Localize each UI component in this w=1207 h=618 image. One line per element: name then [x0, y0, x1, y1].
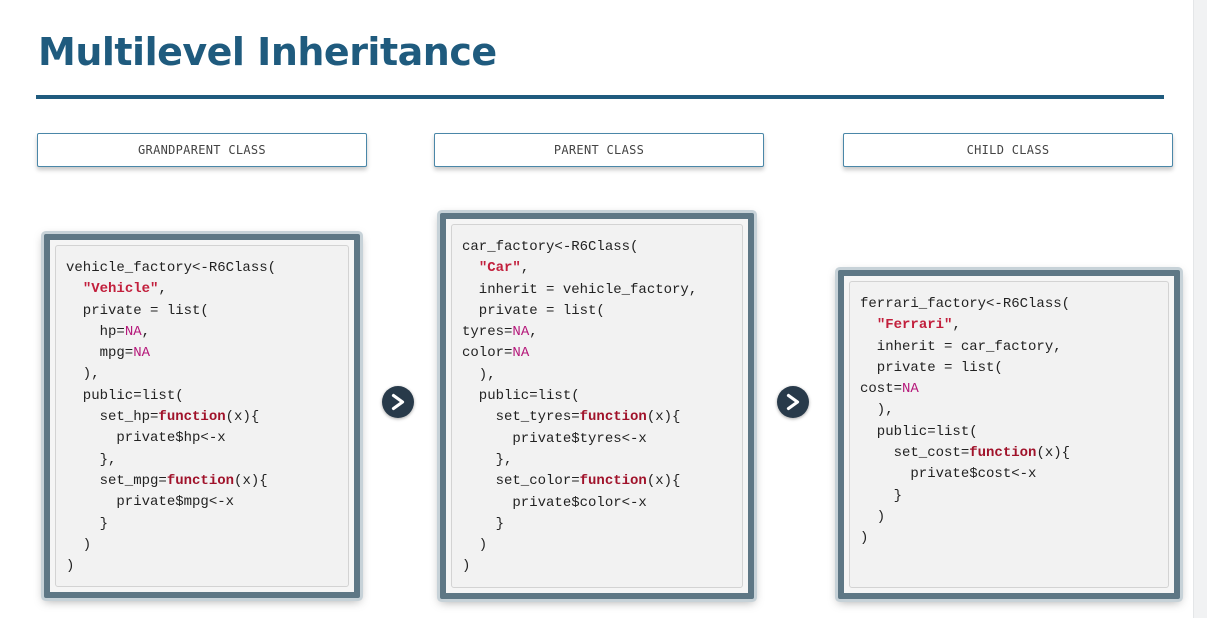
code-token: , — [141, 323, 151, 340]
code-token: "Ferrari" — [876, 317, 953, 334]
child-class-label: CHILD CLASS — [843, 133, 1173, 167]
code-token: NA — [133, 345, 151, 362]
code-token: function — [969, 445, 1037, 462]
code-token: public=list( — [860, 423, 978, 440]
code-token: private = list( — [66, 302, 209, 319]
code-token: } — [66, 515, 109, 532]
chevron-right-circle-icon — [777, 386, 809, 418]
grandparent-code-panel: vehicle_factory<-R6Class( "Vehicle", pri… — [55, 245, 349, 587]
parent-code-panel: car_factory<-R6Class( "Car", inherit = v… — [451, 224, 743, 588]
code-token: NA — [902, 381, 919, 398]
code-token: "Vehicle" — [82, 281, 159, 298]
code-token: , — [520, 260, 530, 277]
grandparent-class-label: GRANDPARENT CLASS — [37, 133, 367, 167]
code-token: cost= — [860, 381, 903, 398]
grandparent-code-card: vehicle_factory<-R6Class( "Vehicle", pri… — [44, 234, 360, 598]
code-token: function — [166, 472, 235, 489]
code-token: private$color<-x — [462, 494, 647, 511]
code-token: set_tyres= — [462, 409, 580, 426]
parent-code-card: car_factory<-R6Class( "Car", inherit = v… — [440, 213, 754, 599]
code-token: function — [158, 409, 226, 426]
code-token: ), — [66, 366, 100, 383]
slide-title: Multilevel Inheritance — [38, 30, 497, 74]
code-token: set_hp= — [66, 409, 159, 426]
code-token: private$cost<-x — [860, 466, 1037, 483]
code-token: } — [462, 515, 505, 532]
child-code-card: ferrari_factory<-R6Class( "Ferrari", inh… — [838, 270, 1180, 599]
code-token: ) — [462, 558, 471, 575]
code-token: ), — [462, 366, 496, 383]
code-token: private = list( — [462, 302, 605, 319]
code-token: set_color= — [462, 473, 580, 490]
code-token: ) — [66, 536, 92, 553]
code-token: NA — [512, 345, 530, 362]
code-token: ), — [860, 402, 894, 419]
parent-class-label: PARENT CLASS — [434, 133, 764, 167]
code-token: "Car" — [478, 260, 521, 277]
code-token: } — [860, 487, 903, 504]
code-token: vehicle_factory<-R6Class( — [66, 260, 277, 276]
code-token: }, — [462, 451, 513, 468]
code-token: (x){ — [225, 409, 260, 426]
code-token: NA — [124, 323, 142, 340]
code-token: hp= — [66, 323, 125, 340]
code-token: ) — [66, 558, 75, 575]
code-token: inherit = car_factory, — [860, 338, 1062, 355]
code-token: , — [158, 281, 167, 298]
code-token: private = list( — [860, 359, 1003, 376]
code-token: private$mpg<-x — [66, 494, 235, 511]
code-token: ferrari_factory<-R6Class( — [860, 296, 1071, 312]
code-token: mpg= — [66, 345, 134, 362]
code-token: ) — [860, 508, 886, 525]
child-code-panel: ferrari_factory<-R6Class( "Ferrari", inh… — [849, 281, 1169, 588]
code-token: private$tyres<-x — [462, 430, 647, 447]
code-token: inherit = vehicle_factory, — [462, 281, 698, 298]
code-token: (x){ — [1036, 445, 1071, 462]
code-token: }, — [66, 451, 117, 468]
code-token: set_cost= — [860, 445, 970, 462]
code-token: ) — [462, 537, 488, 554]
code-token: (x){ — [646, 473, 681, 490]
grandparent-code-block: vehicle_factory<-R6Class( "Vehicle", pri… — [66, 258, 338, 577]
code-token: function — [579, 409, 647, 426]
code-token: set_mpg= — [66, 472, 167, 489]
title-divider — [36, 95, 1164, 99]
code-token: function — [579, 473, 647, 490]
scrollbar-strip — [1193, 0, 1207, 618]
code-token: , — [952, 317, 961, 334]
code-token: , — [529, 324, 538, 341]
code-token: NA — [512, 324, 530, 341]
code-token: color= — [462, 345, 513, 362]
code-token: car_factory<-R6Class( — [462, 239, 639, 255]
code-token: public=list( — [66, 387, 184, 404]
chevron-right-circle-icon — [382, 386, 414, 418]
code-token: (x){ — [234, 472, 268, 489]
code-token: (x){ — [646, 409, 681, 426]
code-token: ) — [860, 530, 869, 547]
code-token: public=list( — [462, 388, 580, 405]
code-token: private$hp<-x — [66, 430, 226, 447]
parent-code-block: car_factory<-R6Class( "Car", inherit = v… — [462, 237, 732, 578]
code-token: tyres= — [462, 324, 513, 341]
child-code-block: ferrari_factory<-R6Class( "Ferrari", inh… — [860, 294, 1158, 550]
